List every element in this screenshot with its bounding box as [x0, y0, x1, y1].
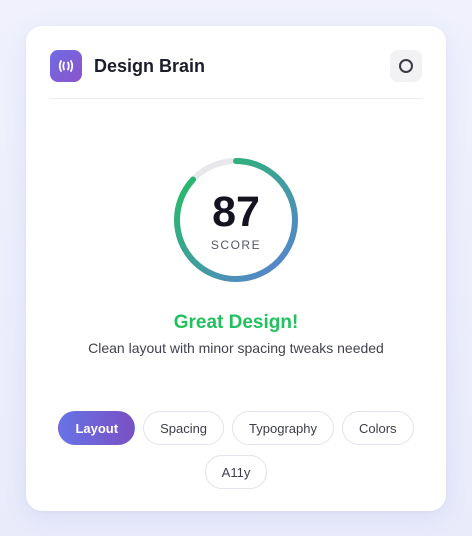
tab-a11y[interactable]: A11y: [204, 455, 268, 489]
score-label: SCORE: [210, 238, 262, 252]
sound-waves-icon: [58, 60, 74, 72]
tab-spacing[interactable]: Spacing: [143, 411, 225, 445]
app-title: Design Brain: [94, 56, 206, 76]
verdict-title: Great Design!: [173, 312, 299, 333]
score-value: 87: [212, 188, 260, 236]
tab-layout[interactable]: Layout: [58, 411, 136, 445]
design-brain-card: Design Brain 87 SCORE Great Design! Clea…: [26, 26, 446, 511]
settings-button[interactable]: [390, 50, 422, 82]
card-header: Design Brain: [50, 50, 422, 99]
tab-colors[interactable]: Colors: [341, 411, 414, 445]
ring-icon: [399, 59, 413, 73]
category-tabs: Layout Spacing Typography Colors A11y: [46, 411, 426, 489]
score-gauge: 87 SCORE: [172, 156, 300, 284]
app-logo: [50, 50, 82, 82]
tab-typography[interactable]: Typography: [232, 411, 334, 445]
verdict-description: Clean layout with minor spacing tweaks n…: [88, 340, 384, 356]
